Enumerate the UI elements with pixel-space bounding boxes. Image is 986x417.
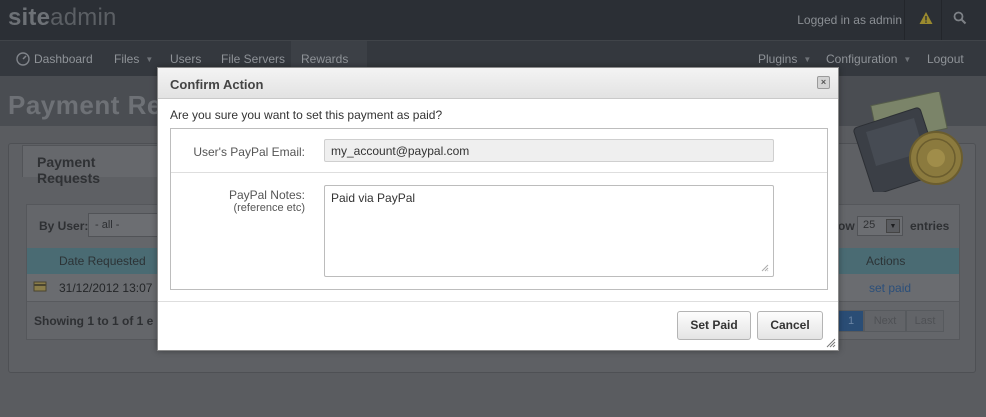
nav-users-label: Users	[170, 52, 202, 66]
page-length-select[interactable]: 25 ▼	[857, 216, 903, 236]
nav-logout-label: Logout	[927, 52, 964, 66]
paypal-email-label: User's PayPal Email:	[193, 145, 305, 159]
nav-plugins-label: Plugins	[758, 52, 798, 66]
dialog-title: Confirm Action	[170, 77, 264, 92]
nav-files[interactable]: Files ▼	[104, 41, 163, 77]
confirm-question: Are you sure you want to set this paymen…	[170, 108, 443, 122]
nav-dashboard[interactable]: Dashboard	[6, 41, 103, 77]
panel-tab-payment-requests[interactable]: Payment Requests	[22, 145, 172, 186]
th-date-requested[interactable]: Date Requested	[59, 254, 146, 268]
showing-info: Showing 1 to 1 of 1 e	[34, 314, 154, 328]
chevron-down-icon: ▼	[886, 219, 900, 233]
logo-site-text: site	[8, 4, 51, 31]
set-paid-link[interactable]: set paid	[869, 281, 911, 295]
payment-form: User's PayPal Email: my_account@paypal.c…	[170, 128, 828, 290]
confirm-action-dialog: Confirm Action × Are you sure you want t…	[157, 67, 839, 351]
next-page-button[interactable]: Next	[864, 310, 906, 332]
paypal-notes-label-text: PayPal Notes:	[228, 188, 305, 202]
nav-rewards-label: Rewards	[301, 52, 349, 66]
logged-in-text: Logged in as admin	[797, 13, 902, 27]
wallet-icon	[853, 92, 963, 192]
top-bar: siteadmin Logged in as admin	[0, 0, 986, 40]
th-actions: Actions	[866, 254, 906, 268]
resize-grip-icon[interactable]	[761, 264, 769, 272]
last-page-button[interactable]: Last	[906, 310, 944, 332]
nav-dashboard-label: Dashboard	[34, 52, 93, 66]
dialog-header[interactable]: Confirm Action ×	[158, 68, 838, 99]
page-1-button[interactable]: 1	[838, 310, 864, 332]
show-label: ow	[838, 219, 855, 233]
paypal-notes-sublabel: (reference etc)	[233, 202, 305, 214]
topbar-divider	[941, 0, 942, 40]
nav-configuration-label: Configuration	[826, 52, 898, 66]
logo-admin-text: admin	[50, 4, 117, 31]
site-logo[interactable]: siteadmin	[8, 4, 117, 32]
entries-label: entries	[910, 219, 950, 233]
nav-files-label: Files	[114, 52, 140, 66]
user-filter-select[interactable]: - all -	[88, 213, 160, 237]
topbar-divider	[904, 0, 905, 40]
set-paid-button[interactable]: Set Paid	[677, 311, 751, 340]
paypal-notes-value: Paid via PayPal	[331, 191, 416, 205]
search-icon[interactable]	[953, 11, 967, 25]
paypal-email-field[interactable]: my_account@paypal.com	[324, 139, 774, 162]
paypal-notes-label: PayPal Notes: (reference etc)	[171, 189, 305, 214]
dashboard-icon	[16, 52, 30, 66]
cell-date: 31/12/2012 13:07	[59, 281, 153, 295]
nav-file-servers-label: File Servers	[221, 52, 286, 66]
nav-logout[interactable]: Logout	[917, 41, 974, 77]
by-user-label: By User:	[39, 219, 89, 233]
dialog-resize-icon[interactable]	[826, 338, 836, 348]
page-length-value: 25	[863, 219, 876, 231]
chevron-down-icon: ▼	[145, 55, 154, 64]
cancel-button[interactable]: Cancel	[757, 311, 823, 340]
warning-icon[interactable]	[919, 11, 933, 25]
chevron-down-icon: ▼	[903, 55, 912, 64]
paypal-notes-textarea[interactable]: Paid via PayPal	[324, 185, 774, 277]
dialog-footer-divider	[158, 301, 838, 302]
close-icon[interactable]: ×	[817, 76, 830, 89]
payment-icon	[33, 281, 47, 292]
